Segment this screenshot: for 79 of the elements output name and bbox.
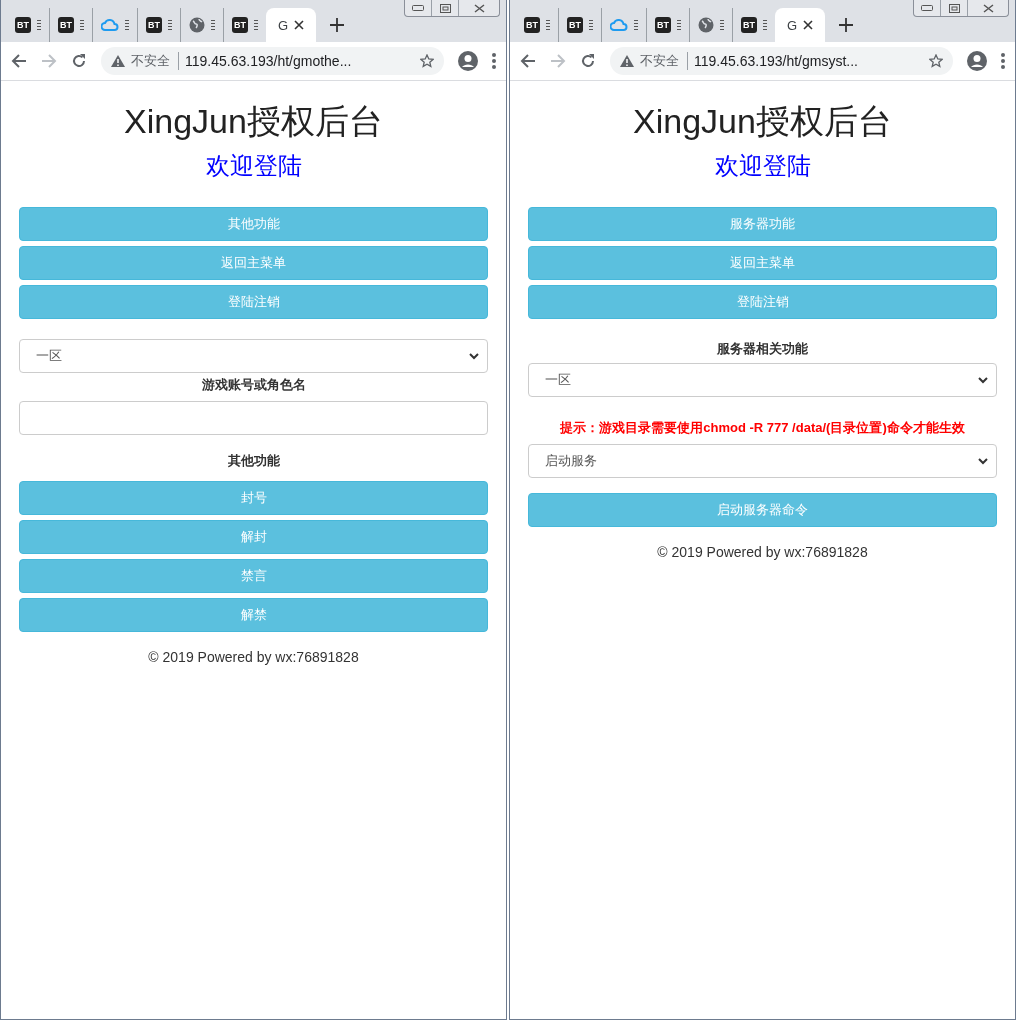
dropdown-select[interactable]: 启动服务 [528, 444, 997, 478]
cloud-icon [610, 18, 628, 32]
browser-tab[interactable]: G [775, 8, 826, 42]
faded-title-icon [720, 20, 724, 30]
browser-tab[interactable]: BT [138, 8, 181, 42]
field-label: 游戏账号或角色名 [200, 376, 307, 394]
globe-icon [189, 17, 205, 33]
reload-icon[interactable] [71, 53, 87, 69]
faded-title-icon [634, 20, 638, 30]
footer-text: © 2019 Powered by wx:76891828 [656, 543, 869, 562]
close-icon[interactable] [294, 20, 305, 30]
close-icon[interactable] [982, 3, 994, 13]
menu-icon[interactable] [492, 53, 496, 69]
site-logo: BT [146, 17, 162, 33]
browser-tab[interactable]: BT [647, 8, 690, 42]
globe-icon [698, 17, 714, 33]
site-logo: BT [15, 17, 31, 33]
site-logo: BT [741, 17, 757, 33]
browser-tab[interactable]: BT [50, 8, 93, 42]
new-tab-button[interactable] [330, 18, 345, 32]
browser-tab[interactable]: BT [516, 8, 559, 42]
security-label: 不安全 [640, 52, 688, 70]
text-input[interactable] [19, 401, 488, 435]
profile-icon[interactable] [458, 51, 478, 71]
browser-tab[interactable]: BT [7, 8, 50, 42]
faded-title-icon [211, 20, 215, 30]
reload-icon[interactable] [580, 53, 596, 69]
star-icon[interactable] [929, 54, 943, 68]
star-icon[interactable] [420, 54, 434, 68]
chevron-down-icon [978, 376, 988, 384]
field-label: 其他功能 [226, 452, 281, 470]
field-label: 服务器相关功能 [716, 340, 809, 358]
browser-tab[interactable]: BT [224, 8, 266, 42]
hint-text: 提示：游戏目录需要使用chmod -R 777 /data/(目录位置)命令才能生效 [559, 419, 966, 437]
page-title: XingJun授权后台 [632, 101, 893, 141]
faded-title-icon [254, 20, 258, 30]
dropdown-select[interactable]: 一区 [19, 339, 488, 373]
new-tab-button[interactable] [839, 18, 854, 32]
address-bar[interactable]: 不安全 119.45.63.193/ht/gmsyst... [610, 47, 953, 75]
minimize-icon[interactable] [412, 5, 424, 11]
welcome-heading: 欢迎登陆 [204, 151, 303, 181]
site-logo: BT [232, 17, 248, 33]
site-logo: BT [58, 17, 74, 33]
site-logo: BT [524, 17, 540, 33]
faded-title-icon [589, 20, 593, 30]
address-bar[interactable]: 不安全 119.45.63.193/ht/gmothe... [101, 47, 444, 75]
browser-tab[interactable]: G [266, 8, 317, 42]
menu-icon[interactable] [1001, 53, 1005, 69]
warning-icon [620, 55, 634, 67]
warning-icon [111, 55, 125, 67]
browser-tab[interactable]: BT [733, 8, 775, 42]
faded-title-icon [677, 20, 681, 30]
url-text: 119.45.63.193/ht/gmsyst... [694, 53, 859, 69]
faded-title-icon [125, 20, 129, 30]
profile-icon[interactable] [967, 51, 987, 71]
security-label: 不安全 [131, 52, 179, 70]
back-icon[interactable] [520, 53, 536, 69]
faded-title-icon [546, 20, 550, 30]
chevron-down-icon [978, 457, 988, 465]
url-text: 119.45.63.193/ht/gmothe... [185, 53, 353, 69]
close-icon[interactable] [473, 3, 485, 13]
chevron-down-icon [469, 352, 479, 360]
close-icon[interactable] [803, 20, 814, 30]
faded-title-icon [763, 20, 767, 30]
site-logo: BT [567, 17, 583, 33]
welcome-heading: 欢迎登陆 [713, 151, 812, 181]
page-title: XingJun授权后台 [123, 101, 384, 141]
faded-title-icon [37, 20, 41, 30]
cloud-icon [101, 18, 119, 32]
maximize-icon[interactable] [439, 3, 451, 13]
faded-title-icon [80, 20, 84, 30]
minimize-icon[interactable] [921, 5, 933, 11]
browser-tab[interactable]: BT [559, 8, 602, 42]
maximize-icon[interactable] [948, 3, 960, 13]
site-logo: BT [655, 17, 671, 33]
back-icon[interactable] [11, 53, 27, 69]
faded-title-icon [168, 20, 172, 30]
footer-text: © 2019 Powered by wx:76891828 [147, 648, 360, 667]
dropdown-select[interactable]: 一区 [528, 363, 997, 397]
